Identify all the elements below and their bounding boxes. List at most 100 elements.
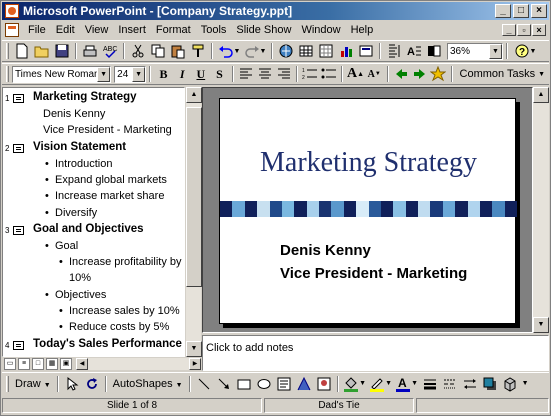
menu-view[interactable]: View — [80, 24, 114, 36]
line-color-button[interactable]: ▼ — [368, 375, 394, 393]
cut-button[interactable] — [128, 42, 148, 60]
numbering-button[interactable]: 12 — [301, 65, 320, 83]
slide-icon[interactable] — [13, 94, 24, 103]
chevron-down-icon[interactable]: ▼ — [489, 43, 502, 59]
slide-canvas[interactable]: Marketing Strategy Denis Kenny Vice Pres… — [219, 98, 517, 324]
promote-button[interactable] — [392, 65, 411, 83]
scroll-right-button[interactable]: ▶ — [189, 358, 201, 370]
minimize-button[interactable]: _ — [495, 4, 511, 18]
scroll-thumb[interactable] — [186, 107, 202, 287]
outline-item[interactable]: Vice President - Marketing — [43, 124, 172, 136]
outline-pane[interactable]: 1 Marketing Strategy Denis Kenny Vice Presi… — [2, 87, 185, 357]
font-color-button[interactable]: A ▼ — [394, 375, 420, 393]
insert-chart-button[interactable] — [336, 42, 356, 60]
title-bar[interactable]: Microsoft PowerPoint - [Company Strategy… — [2, 2, 549, 20]
font-size-select[interactable]: 24 ▼ — [114, 65, 147, 83]
open-button[interactable] — [32, 42, 52, 60]
outline-item[interactable]: Denis Kenny — [43, 108, 105, 120]
menu-slide-show[interactable]: Slide Show — [231, 24, 296, 36]
line-tool-button[interactable] — [194, 375, 214, 393]
menu-format[interactable]: Format — [151, 24, 196, 36]
wordart-button[interactable] — [294, 375, 314, 393]
text-box-button[interactable] — [274, 375, 294, 393]
slide-show-button[interactable]: ▣ — [60, 358, 72, 370]
outline-slide-title[interactable]: Marketing Strategy — [33, 91, 137, 103]
doc-restore-button[interactable]: ▫ — [517, 24, 531, 36]
dash-style-button[interactable] — [440, 375, 460, 393]
line-style-button[interactable] — [420, 375, 440, 393]
scroll-left-button[interactable]: ◀ — [76, 358, 88, 370]
menu-insert[interactable]: Insert — [113, 24, 151, 36]
free-rotate-button[interactable] — [82, 375, 102, 393]
outline-item[interactable]: Introduction — [45, 158, 113, 170]
italic-button[interactable]: I — [173, 65, 192, 83]
normal-view-button[interactable]: ▭ — [4, 358, 16, 370]
show-formatting-button[interactable]: A — [404, 42, 424, 60]
underline-button[interactable]: U — [191, 65, 210, 83]
align-left-button[interactable] — [237, 65, 256, 83]
fill-color-button[interactable]: ▼ — [342, 375, 368, 393]
outline-item[interactable]: 10% — [69, 272, 91, 284]
slide-icon[interactable] — [13, 340, 24, 350]
redo-button[interactable]: ▼ — [242, 42, 268, 60]
outline-slide-title[interactable]: Goal and Objectives — [33, 223, 144, 235]
document-icon[interactable] — [5, 23, 19, 37]
zoom-select[interactable]: 36% ▼ — [447, 42, 503, 60]
new-button[interactable] — [12, 42, 32, 60]
slide-view-button[interactable]: □ — [32, 358, 44, 370]
autoshapes-menu-button[interactable]: AutoShapes ▼ — [110, 378, 186, 390]
slide-scrollbar[interactable]: ▲ ▼ — [533, 87, 549, 333]
office-assistant-button[interactable]: ? ▼ — [511, 42, 539, 60]
oval-tool-button[interactable] — [254, 375, 274, 393]
scroll-down-button[interactable]: ▼ — [186, 341, 202, 357]
scroll-up-button[interactable]: ▲ — [533, 87, 549, 103]
scroll-down-button[interactable]: ▼ — [533, 317, 549, 333]
outline-slide-title[interactable]: Today's Sales Performance — [33, 338, 182, 350]
draw-menu-button[interactable]: Draw ▼ — [12, 378, 54, 390]
outline-item[interactable]: Objectives — [45, 289, 106, 301]
doc-close-button[interactable]: × — [532, 24, 546, 36]
outline-item[interactable]: Goal — [45, 240, 78, 252]
chevron-down-icon[interactable]: ▼ — [132, 66, 146, 82]
menu-tools[interactable]: Tools — [196, 24, 232, 36]
font-name-select[interactable]: Times New Roman ▼ — [11, 65, 112, 83]
maximize-button[interactable]: □ — [513, 4, 529, 18]
slide-subtitle[interactable]: Denis Kenny Vice President - Marketing — [280, 239, 467, 285]
powerpoint-app-icon[interactable] — [5, 4, 19, 18]
scroll-up-button[interactable]: ▲ — [186, 87, 202, 103]
chevron-down-icon[interactable]: ▼ — [97, 66, 111, 82]
outline-horizontal-scrollbar[interactable]: ◀ ▶ — [76, 358, 201, 370]
select-objects-button[interactable] — [62, 375, 82, 393]
format-painter-button[interactable] — [188, 42, 208, 60]
arrow-style-button[interactable] — [460, 375, 480, 393]
grayscale-button[interactable] — [424, 42, 444, 60]
shadow-style-button[interactable] — [480, 375, 500, 393]
outline-scrollbar[interactable]: ▲ ▼ — [185, 87, 202, 357]
shadow-button[interactable]: S — [210, 65, 229, 83]
increase-font-size-button[interactable]: A ▲ — [346, 65, 365, 83]
notes-pane[interactable]: Click to add notes — [202, 335, 549, 371]
decrease-font-size-button[interactable]: A ▼ — [365, 65, 384, 83]
animation-effects-button[interactable] — [429, 65, 448, 83]
outline-item[interactable]: Increase sales by 10% — [59, 305, 180, 317]
slide-title[interactable]: Marketing Strategy — [220, 147, 517, 179]
arrow-tool-button[interactable] — [214, 375, 234, 393]
new-slide-button[interactable] — [356, 42, 376, 60]
slide-sorter-button[interactable]: ▦ — [46, 358, 58, 370]
outline-item[interactable]: Reduce costs by 5% — [59, 321, 169, 333]
center-button[interactable] — [256, 65, 275, 83]
copy-button[interactable] — [148, 42, 168, 60]
bold-button[interactable]: B — [154, 65, 173, 83]
menu-file[interactable]: File — [23, 24, 51, 36]
save-button[interactable] — [52, 42, 72, 60]
undo-button[interactable]: ▼ — [216, 42, 242, 60]
rectangle-tool-button[interactable] — [234, 375, 254, 393]
outline-view-button[interactable]: ≡ — [18, 358, 30, 370]
tables-borders-button[interactable] — [296, 42, 316, 60]
expand-all-button[interactable] — [384, 42, 404, 60]
slide-icon[interactable] — [13, 225, 24, 235]
outline-item[interactable]: Increase market share — [45, 190, 164, 202]
print-button[interactable] — [80, 42, 100, 60]
outline-item[interactable]: Increase profitability by — [59, 256, 181, 268]
menu-help[interactable]: Help — [346, 24, 379, 36]
